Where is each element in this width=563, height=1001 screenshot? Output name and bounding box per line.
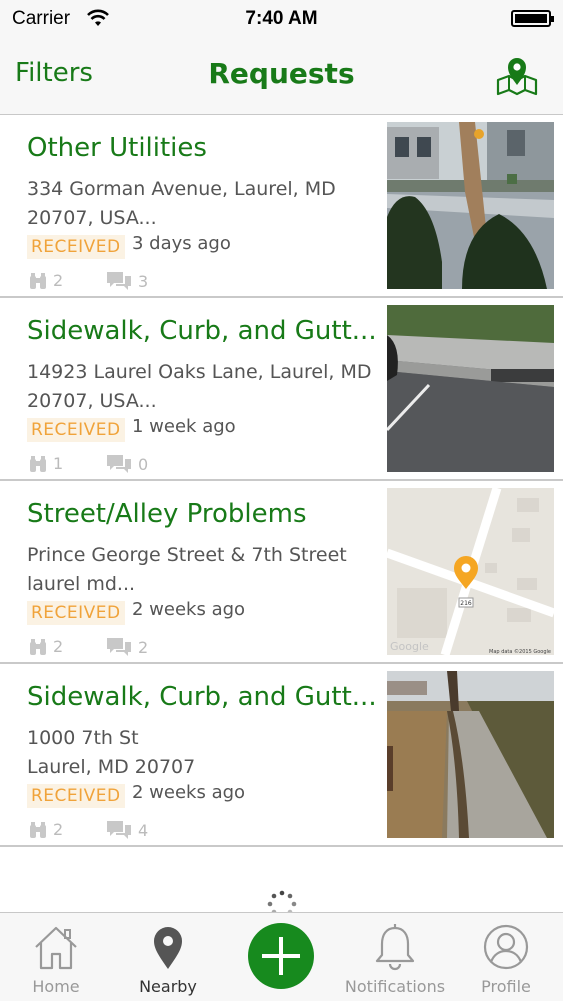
request-address: 1000 7th St Laurel, MD 20707 bbox=[27, 724, 377, 782]
status-badge: RECEIVED bbox=[27, 235, 125, 259]
status-bar: Carrier 7:40 AM bbox=[0, 0, 563, 38]
address-line: 334 Gorman Avenue, Laurel, MD bbox=[27, 178, 336, 200]
map-logo: Google bbox=[390, 640, 429, 653]
tab-bar: Home Nearby Notifications Profile bbox=[0, 912, 563, 1001]
request-address: Prince George Street & 7th Street laurel… bbox=[27, 541, 377, 599]
address-line: 14923 Laurel Oaks Lane, Laurel, MD bbox=[27, 361, 372, 383]
request-title: Sidewalk, Curb, and Gutt... bbox=[27, 316, 377, 346]
comments-icon bbox=[107, 821, 131, 839]
request-row[interactable]: Other Utilities 334 Gorman Avenue, Laure… bbox=[0, 115, 563, 298]
request-list: Other Utilities 334 Gorman Avenue, Laure… bbox=[0, 115, 563, 847]
binoculars-icon bbox=[30, 821, 46, 838]
comments-number: 0 bbox=[138, 454, 149, 474]
request-photo[interactable] bbox=[387, 122, 554, 289]
tab-notifications[interactable]: Notifications bbox=[340, 913, 450, 1001]
add-request-button[interactable] bbox=[248, 923, 314, 989]
time-ago: 3 days ago bbox=[132, 233, 231, 254]
tab-nearby[interactable]: Nearby bbox=[113, 913, 223, 1001]
comments-number: 4 bbox=[138, 820, 149, 840]
map-attribution: Map data ©2015 Google bbox=[489, 648, 551, 655]
tab-home[interactable]: Home bbox=[1, 913, 111, 1001]
request-photo[interactable] bbox=[387, 305, 554, 472]
address-line: 1000 7th St bbox=[27, 727, 139, 749]
time-ago: 2 weeks ago bbox=[132, 599, 246, 620]
bell-icon bbox=[375, 924, 415, 971]
tab-home-label: Home bbox=[32, 977, 80, 996]
request-title: Street/Alley Problems bbox=[27, 499, 307, 529]
request-row[interactable]: Street/Alley Problems Prince George Stre… bbox=[0, 481, 563, 664]
tab-profile-label: Profile bbox=[481, 977, 531, 996]
home-icon bbox=[35, 926, 77, 970]
tab-profile[interactable]: Profile bbox=[451, 913, 561, 1001]
request-title: Sidewalk, Curb, and Gutt... bbox=[27, 682, 377, 712]
followers-number: 1 bbox=[53, 454, 64, 473]
comments-icon bbox=[107, 455, 131, 473]
followers-count: 2 bbox=[29, 271, 63, 290]
comments-count: 2 bbox=[106, 637, 148, 657]
status-badge: RECEIVED bbox=[27, 784, 125, 808]
followers-count: 1 bbox=[29, 454, 63, 473]
followers-number: 2 bbox=[53, 637, 64, 656]
map-road-label: 216 bbox=[460, 600, 472, 607]
time-ago: 1 week ago bbox=[132, 416, 236, 437]
comments-count: 3 bbox=[106, 271, 148, 291]
binoculars-icon bbox=[30, 638, 46, 655]
comments-number: 3 bbox=[138, 271, 149, 291]
request-row[interactable]: Sidewalk, Curb, and Gutt... 1000 7th St … bbox=[0, 664, 563, 847]
followers-count: 2 bbox=[29, 820, 63, 839]
clock: 7:40 AM bbox=[245, 8, 318, 29]
binoculars-icon bbox=[30, 272, 46, 289]
request-row[interactable]: Sidewalk, Curb, and Gutt... 14923 Laurel… bbox=[0, 298, 563, 481]
address-line: 20707, USA... bbox=[27, 207, 157, 229]
comments-icon bbox=[107, 638, 131, 656]
request-map-thumbnail[interactable]: 216 Google Map data ©2015 Google bbox=[387, 488, 554, 655]
comments-count: 0 bbox=[106, 454, 148, 474]
profile-icon bbox=[483, 924, 529, 970]
request-title: Other Utilities bbox=[27, 133, 207, 163]
status-badge: RECEIVED bbox=[27, 601, 125, 625]
address-line: Laurel, MD 20707 bbox=[27, 756, 196, 778]
address-line: Prince George Street & 7th Street bbox=[27, 544, 347, 566]
comments-count: 4 bbox=[106, 820, 148, 840]
location-pin-icon bbox=[154, 927, 182, 969]
comments-icon bbox=[107, 272, 131, 290]
binoculars-icon bbox=[30, 455, 46, 472]
request-photo[interactable] bbox=[387, 671, 554, 838]
status-badge: RECEIVED bbox=[27, 418, 125, 442]
nav-bar: Filters Requests bbox=[0, 38, 563, 115]
tab-notifications-label: Notifications bbox=[344, 977, 446, 996]
address-line: laurel md... bbox=[27, 573, 136, 595]
address-line: 20707, USA... bbox=[27, 390, 157, 412]
filters-button[interactable]: Filters bbox=[15, 58, 93, 88]
battery-icon bbox=[511, 10, 554, 27]
followers-count: 2 bbox=[29, 637, 63, 656]
tab-nearby-label: Nearby bbox=[139, 977, 197, 996]
request-address: 14923 Laurel Oaks Lane, Laurel, MD 20707… bbox=[27, 358, 377, 416]
followers-number: 2 bbox=[53, 820, 64, 839]
time-ago: 2 weeks ago bbox=[132, 782, 246, 803]
request-address: 334 Gorman Avenue, Laurel, MD 20707, USA… bbox=[27, 175, 377, 233]
comments-number: 2 bbox=[138, 637, 149, 657]
map-view-icon[interactable] bbox=[495, 54, 539, 98]
followers-number: 2 bbox=[53, 271, 64, 290]
